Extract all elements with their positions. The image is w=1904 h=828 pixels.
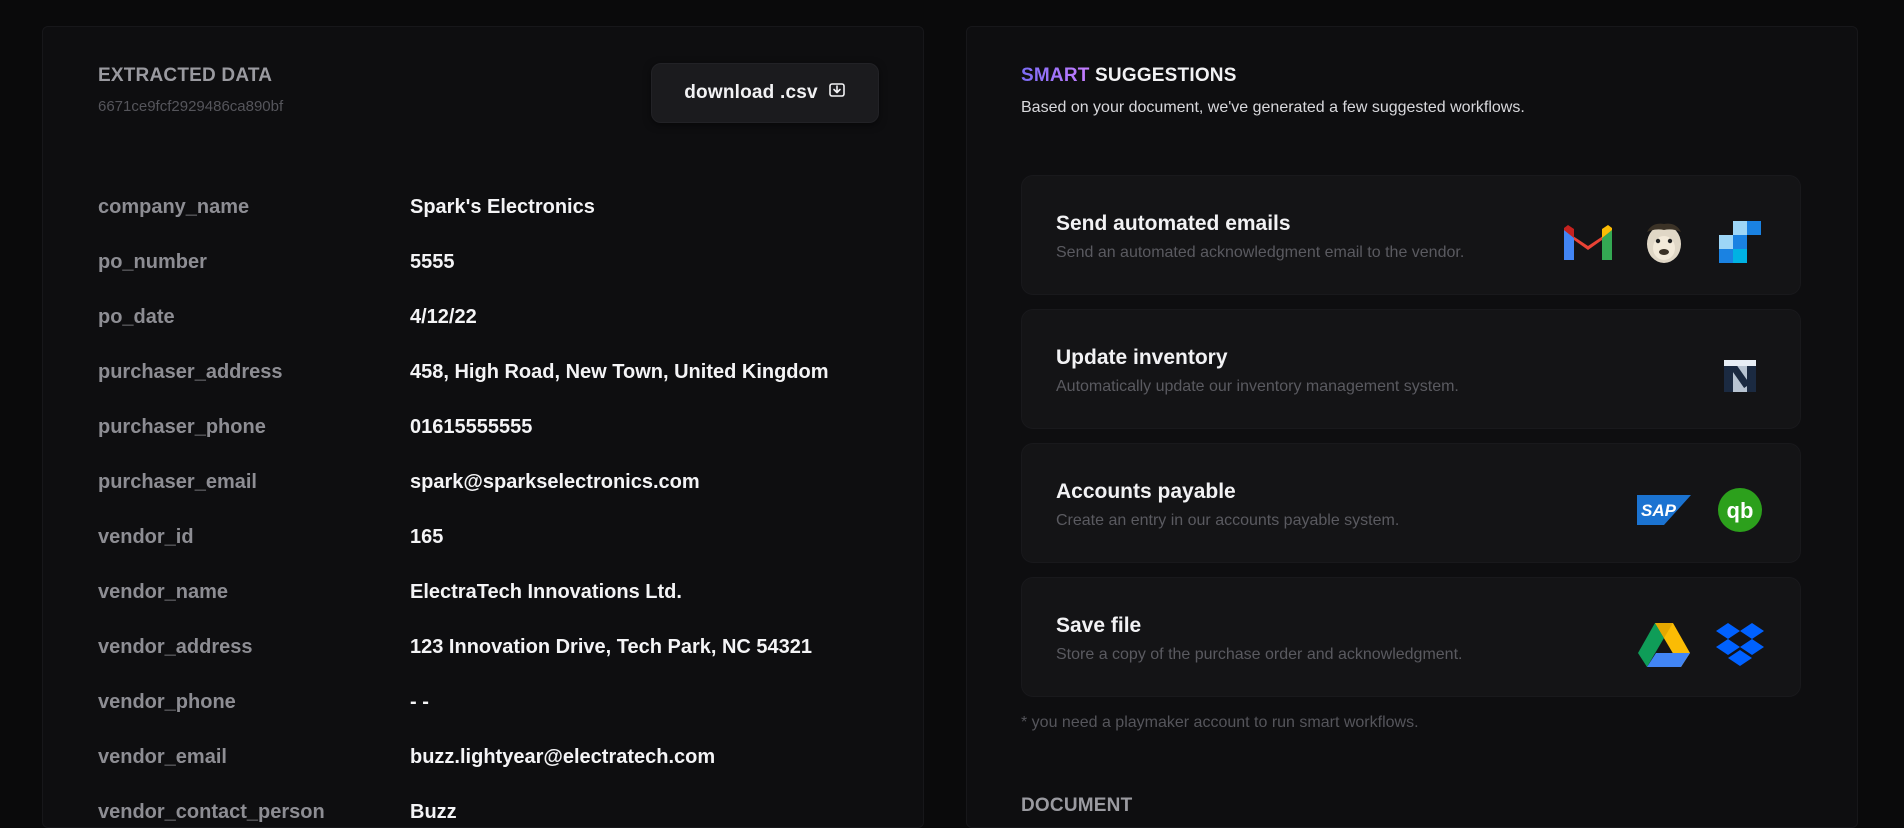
document-section-title: DOCUMENT (1021, 795, 1133, 816)
field-value: 458, High Road, New Town, United Kingdom (410, 360, 829, 383)
field-key: purchaser_email (98, 470, 257, 493)
smart-suggestions-title: SMART SUGGESTIONS (1021, 65, 1237, 87)
field-row: vendor_phone - - (98, 687, 429, 717)
field-row: purchaser_phone 01615555555 (98, 412, 532, 442)
workflow-icons (1712, 348, 1768, 404)
quickbooks-icon: qb (1712, 482, 1768, 538)
workflow-title: Save file (1056, 614, 1142, 637)
workflow-icons (1636, 616, 1768, 672)
field-value: Buzz (410, 800, 457, 823)
workflow-card-send-emails[interactable]: Send automated emails Send an automated a… (1021, 175, 1801, 295)
download-csv-button[interactable]: download .csv (651, 63, 879, 123)
smart-suggestions-panel: SMART SUGGESTIONS Based on your document… (966, 26, 1858, 828)
field-row: po_date 4/12/22 (98, 302, 477, 332)
sap-icon: SAP (1636, 482, 1692, 538)
field-value: 01615555555 (410, 415, 533, 438)
extracted-data-title: EXTRACTED DATA (98, 65, 273, 86)
field-value: spark@sparkselectronics.com (410, 470, 700, 493)
field-row: vendor_id 165 (98, 522, 443, 552)
workflow-card-save-file[interactable]: Save file Store a copy of the purchase or… (1021, 577, 1801, 697)
workflow-card-accounts-payable[interactable]: Accounts payable Create an entry in our a… (1021, 443, 1801, 563)
field-value: Spark's Electronics (410, 195, 595, 218)
field-key: vendor_name (98, 580, 229, 603)
field-row: purchaser_email spark@sparkselectronics.c… (98, 467, 700, 497)
field-key: vendor_id (98, 525, 194, 548)
google-drive-icon (1636, 616, 1692, 672)
smart-title-accent: SMART (1021, 65, 1090, 86)
workflow-title: Accounts payable (1056, 480, 1236, 503)
field-value: ElectraTech Innovations Ltd. (410, 580, 682, 603)
field-key: purchaser_phone (98, 415, 266, 438)
workflow-description: Create an entry in our accounts payable … (1056, 512, 1400, 529)
workflow-icons (1560, 214, 1768, 270)
field-row: purchaser_address 458, High Road, New Tow… (98, 357, 829, 387)
field-value: 123 Innovation Drive, Tech Park, NC 5432… (410, 635, 813, 658)
workflow-icons: SAP qb (1636, 482, 1768, 538)
field-row: vendor_email buzz.lightyear@electratech.c… (98, 742, 715, 772)
field-row: vendor_name ElectraTech Innovations Ltd. (98, 577, 682, 607)
download-icon (828, 81, 846, 105)
field-key: company_name (98, 195, 250, 218)
workflow-title: Send automated emails (1056, 212, 1291, 235)
workflow-description: Store a copy of the purchase order and a… (1056, 646, 1463, 663)
netsuite-icon (1712, 348, 1768, 404)
field-value: 165 (410, 525, 444, 548)
smart-suggestions-subtitle: Based on your document, we've generated … (1021, 99, 1525, 116)
mailchimp-icon (1636, 214, 1692, 270)
dropbox-icon (1712, 616, 1768, 672)
field-key: vendor_phone (98, 690, 236, 713)
field-key: po_date (98, 305, 175, 328)
extracted-data-panel: EXTRACTED DATA 6671ce9fcf2929486ca890bf … (42, 26, 924, 828)
workflow-title: Update inventory (1056, 346, 1228, 369)
field-value: - - (410, 690, 429, 713)
field-key: vendor_address (98, 635, 253, 658)
field-value: 5555 (410, 250, 455, 273)
sendgrid-icon (1712, 214, 1768, 270)
svg-text:qb: qb (1727, 498, 1754, 523)
field-key: vendor_email (98, 745, 227, 768)
field-row: po_number 5555 (98, 247, 455, 277)
field-row: vendor_address 123 Innovation Drive, Tech… (98, 632, 812, 662)
download-csv-label: download .csv (684, 82, 818, 103)
workflow-card-update-inventory[interactable]: Update inventory Automatically update our… (1021, 309, 1801, 429)
field-key: vendor_contact_person (98, 800, 325, 823)
field-key: po_number (98, 250, 207, 273)
field-value: buzz.lightyear@electratech.com (410, 745, 716, 768)
field-row: vendor_contact_person Buzz (98, 797, 457, 827)
smart-title-rest: SUGGESTIONS (1095, 65, 1237, 86)
document-id: 6671ce9fcf2929486ca890bf (98, 98, 284, 115)
field-row: company_name Spark's Electronics (98, 192, 595, 222)
account-note: * you need a playmaker account to run sm… (1021, 714, 1419, 731)
field-value: 4/12/22 (410, 305, 477, 328)
svg-text:SAP: SAP (1641, 501, 1677, 520)
field-key: purchaser_address (98, 360, 283, 383)
workflow-description: Send an automated acknowledgment email t… (1056, 244, 1465, 261)
workflow-description: Automatically update our inventory manag… (1056, 378, 1459, 395)
gmail-icon (1560, 214, 1616, 270)
